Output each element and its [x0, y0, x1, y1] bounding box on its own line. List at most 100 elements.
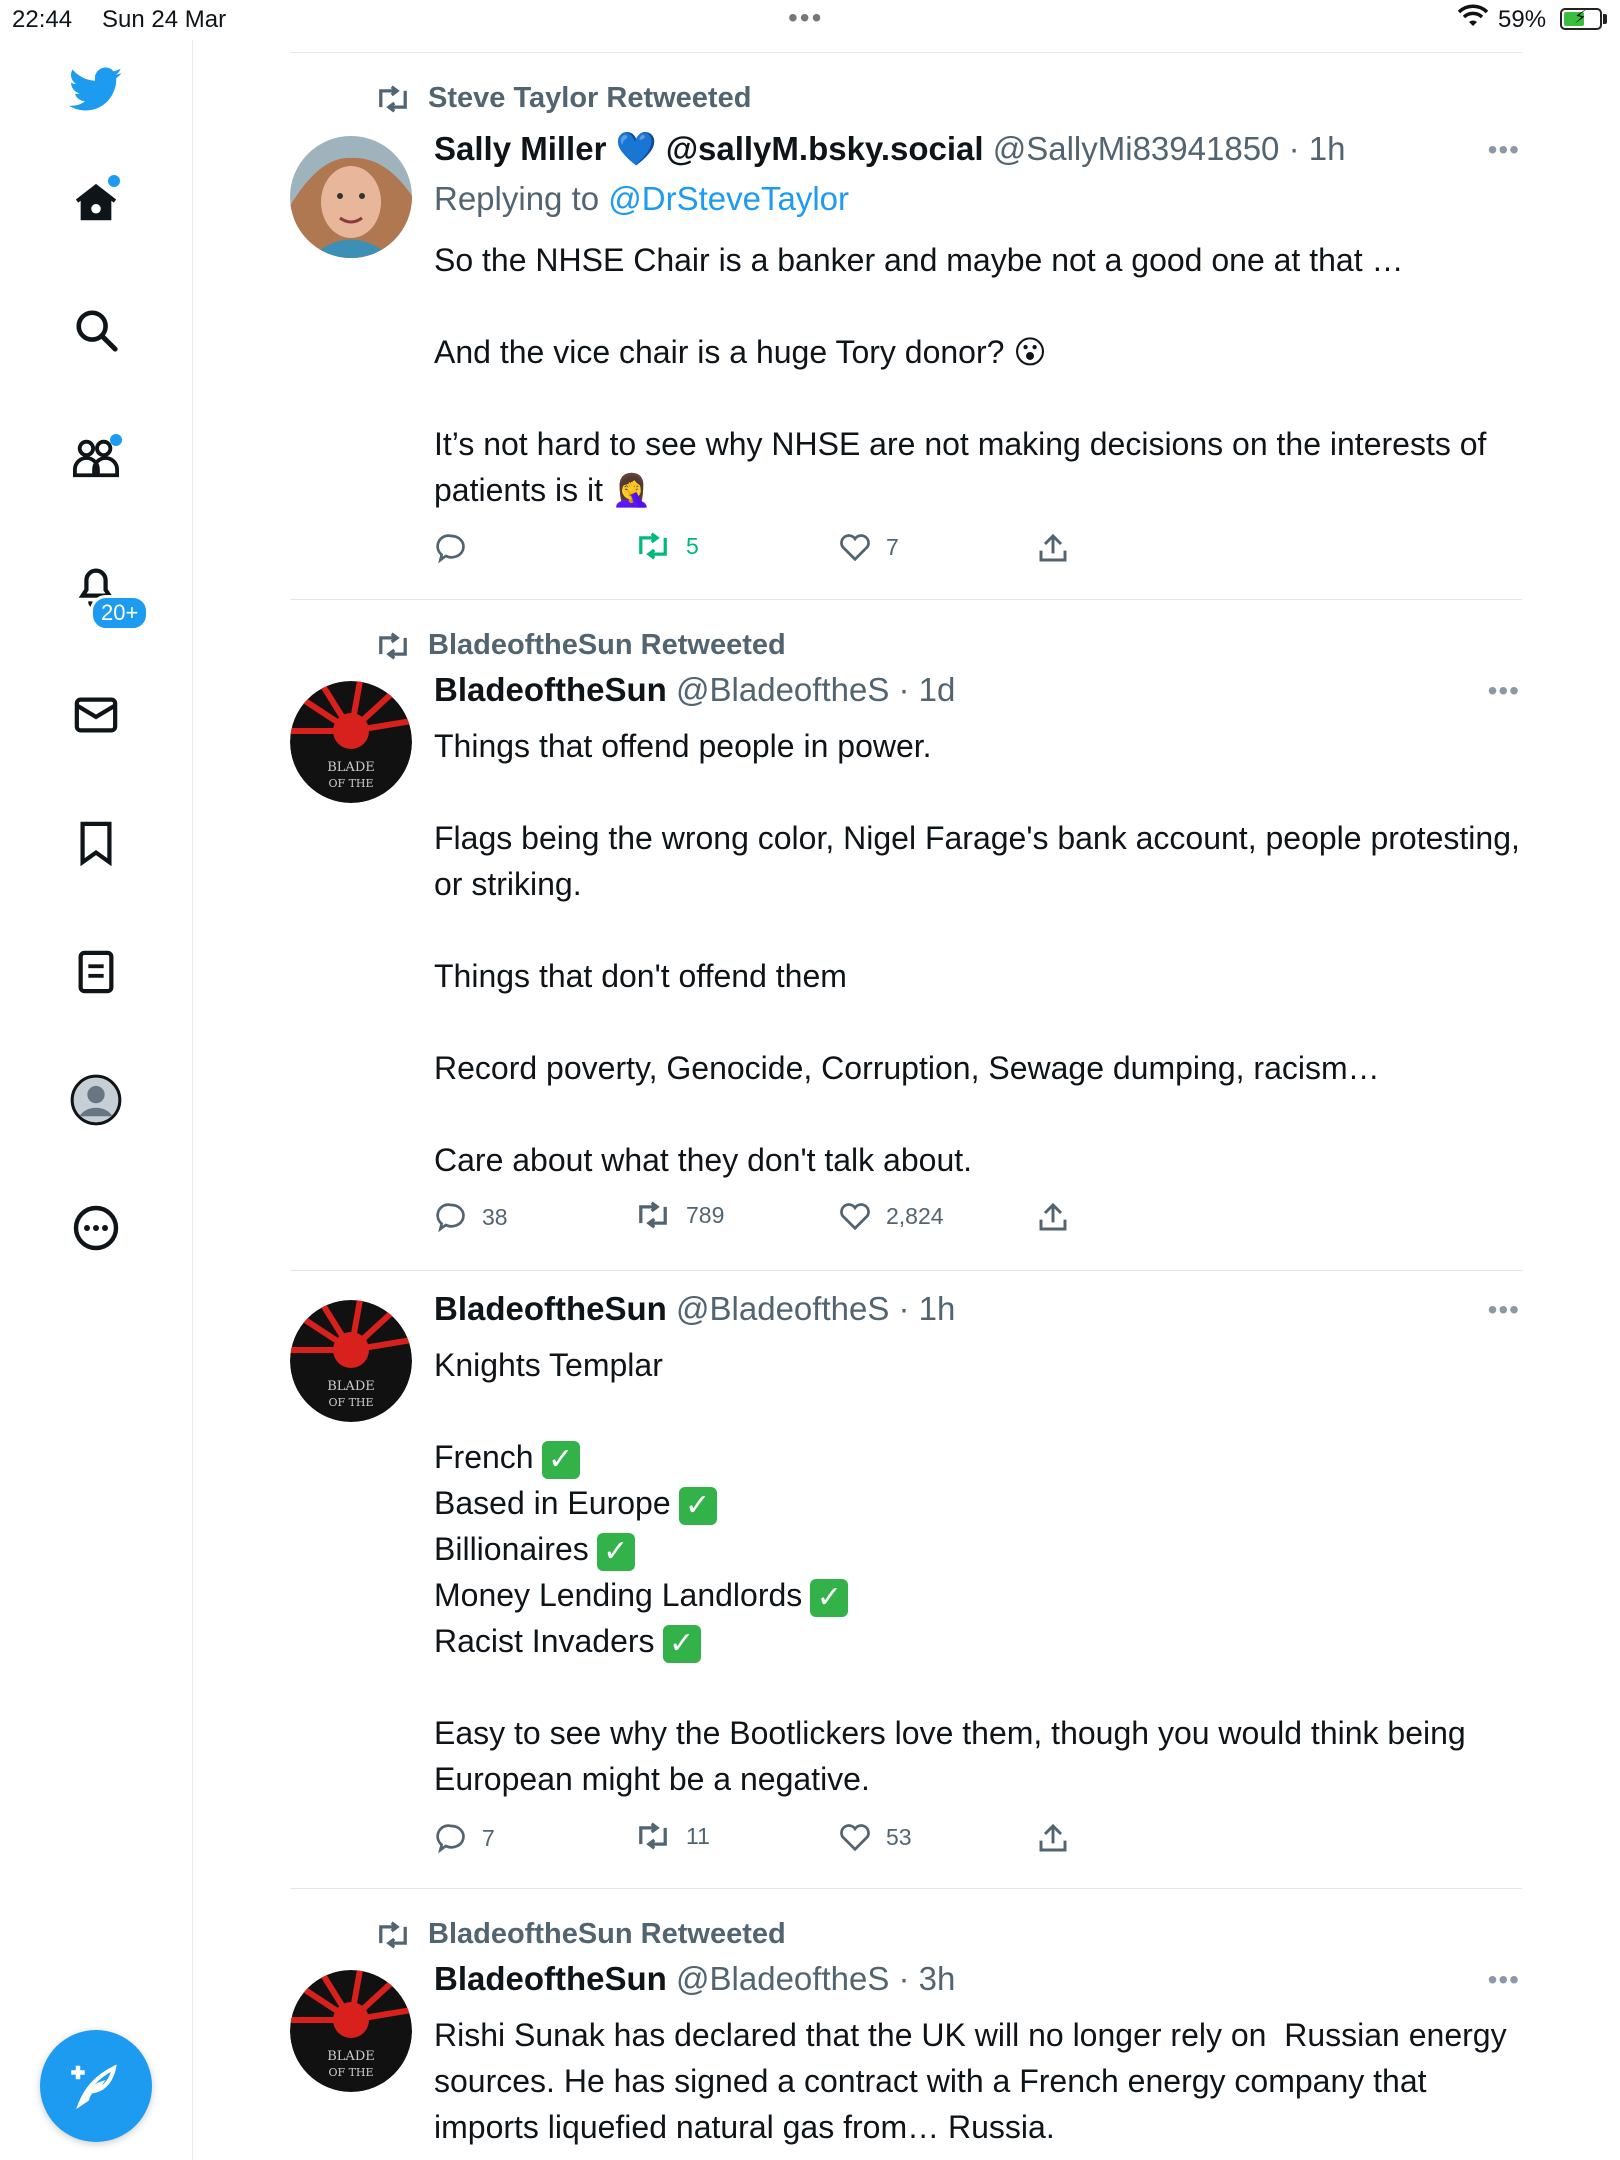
check-mark-icon: ✓: [810, 1578, 849, 1617]
wifi-icon: [1457, 4, 1489, 37]
tweet-divider: [290, 1888, 1522, 1889]
retweet-button[interactable]: 5: [634, 532, 699, 560]
checklist-item-text: Money Lending Landlords: [434, 1577, 803, 1613]
svg-text:BLADE: BLADE: [327, 2049, 375, 2064]
author-name[interactable]: BladeoftheSun: [434, 1290, 667, 1327]
check-mark-icon: ✓: [596, 1532, 635, 1571]
more-options-icon[interactable]: •••: [1488, 1294, 1520, 1326]
tweet-header: BladeoftheSun @BladeoftheS · 1h: [434, 1290, 955, 1328]
home-icon[interactable]: [66, 173, 126, 233]
tweet-header: Sally Miller 💙 @sallyM.bsky.social @Sall…: [434, 130, 1345, 169]
author-handle[interactable]: @BladeoftheS · 3h: [676, 1960, 955, 1997]
like-button[interactable]: 2,824: [838, 1201, 944, 1231]
svg-text:BLADE: BLADE: [327, 1379, 375, 1394]
checklist-item: French ✓: [434, 1434, 1534, 1480]
checklist-item-text: Based in Europe: [434, 1485, 671, 1521]
checklist-item: Money Lending Landlords ✓: [434, 1572, 1534, 1618]
author-name[interactable]: Sally Miller 💙 @sallyM.bsky.social: [434, 130, 984, 167]
tweet-paragraph: Care about what they don't talk about.: [434, 1142, 973, 1178]
checklist-item-text: Racist Invaders: [434, 1623, 655, 1659]
notifications-badge: 20+: [90, 595, 150, 631]
author-handle[interactable]: @BladeoftheS · 1d: [676, 671, 955, 708]
tweet-divider: [290, 599, 1522, 600]
avatar[interactable]: BLADE OF THE: [290, 1300, 412, 1422]
status-date: Sun 24 Mar: [102, 6, 227, 33]
retweet-button[interactable]: 789: [634, 1201, 724, 1229]
avatar[interactable]: BLADE OF THE: [290, 681, 412, 803]
reply-button[interactable]: [434, 532, 482, 564]
checklist-item: Billionaires ✓: [434, 1526, 1534, 1572]
lists-icon[interactable]: [66, 942, 126, 1002]
multitasking-dots-icon[interactable]: •••: [788, 2, 823, 34]
tweet-text: So the NHSE Chair is a banker and maybe …: [434, 237, 1534, 513]
compose-tweet-button[interactable]: [40, 2030, 152, 2142]
replying-to-link[interactable]: @DrSteveTaylor: [608, 180, 849, 217]
more-options-icon[interactable]: [66, 1198, 126, 1258]
tweet-actions: 5 7: [434, 532, 1134, 572]
tweet-paragraph: It’s not hard to see why NHSE are not ma…: [434, 426, 1496, 508]
messages-mail-icon[interactable]: [66, 685, 126, 745]
share-button[interactable]: [1038, 532, 1068, 564]
status-time: 22:44: [12, 6, 73, 33]
communities-icon[interactable]: [66, 428, 126, 488]
share-button[interactable]: [1038, 1201, 1068, 1233]
author-name[interactable]: BladeoftheSun: [434, 671, 667, 708]
tweet-paragraph: Easy to see why the Bootlickers love the…: [434, 1715, 1475, 1797]
tweet-paragraph: Things that offend people in power.: [434, 728, 932, 764]
search-icon[interactable]: [66, 300, 126, 360]
svg-text:OF THE: OF THE: [328, 1396, 373, 1409]
tweet-paragraph: Record poverty, Genocide, Corruption, Se…: [434, 1050, 1380, 1086]
check-mark-icon: ✓: [662, 1624, 701, 1663]
more-options-icon[interactable]: •••: [1488, 1964, 1520, 1996]
avatar[interactable]: BLADE OF THE: [290, 1970, 412, 2092]
tweet-header: BladeoftheSun @BladeoftheS · 1d: [434, 671, 955, 709]
tweet-paragraph: So the NHSE Chair is a banker and maybe …: [434, 242, 1404, 278]
checklist-item-text: French: [434, 1439, 534, 1475]
checklist-item-text: Billionaires: [434, 1531, 589, 1567]
like-button[interactable]: 7: [838, 532, 899, 562]
tweet-paragraph: And the vice chair is a huge Tory donor?…: [434, 334, 1047, 370]
tweet-actions: 7 11 53: [434, 1822, 1134, 1862]
checklist-item: Racist Invaders ✓: [434, 1618, 1534, 1664]
battery-icon: ⚡: [1560, 7, 1602, 30]
status-bar: 22:44 Sun 24 Mar ••• 59% ⚡: [0, 0, 1620, 40]
author-name[interactable]: BladeoftheSun: [434, 1960, 667, 1997]
check-mark-icon: ✓: [541, 1440, 580, 1479]
tweet-paragraph: Flags being the wrong color, Nigel Farag…: [434, 820, 1529, 902]
author-handle[interactable]: @SallyMi83941850 · 1h: [993, 130, 1346, 167]
twitter-logo-icon[interactable]: [66, 60, 126, 120]
battery-percent: 59%: [1498, 6, 1547, 33]
tweet-paragraph: Knights Templar: [434, 1347, 663, 1383]
tweet-header: BladeoftheSun @BladeoftheS · 3h: [434, 1960, 955, 1998]
svg-text:OF THE: OF THE: [328, 2066, 373, 2079]
communities-notification-dot: [110, 434, 122, 446]
reply-button[interactable]: 7: [434, 1822, 495, 1854]
svg-text:BLADE: BLADE: [327, 760, 375, 775]
tweet-paragraph: Rishi Sunak has declared that the UK wil…: [434, 2017, 1516, 2145]
reply-button[interactable]: 38: [434, 1201, 508, 1233]
checklist-item: Based in Europe ✓: [434, 1480, 1534, 1526]
profile-avatar-icon[interactable]: [66, 1070, 126, 1130]
tweet-text: Knights Templar French ✓ Based in Europe ✓ B…: [434, 1342, 1534, 1802]
replying-to: Replying to @DrSteveTaylor: [434, 180, 850, 217]
avatar[interactable]: [290, 136, 412, 258]
share-button[interactable]: [1038, 1822, 1068, 1854]
author-handle[interactable]: @BladeoftheS · 1h: [676, 1290, 955, 1327]
check-mark-icon: ✓: [678, 1486, 717, 1525]
retweeted-by-line: Steve Taylor Retweeted: [374, 82, 751, 115]
bookmark-icon[interactable]: [66, 813, 126, 873]
retweet-button[interactable]: 11: [634, 1822, 710, 1850]
like-button[interactable]: 53: [838, 1822, 912, 1852]
retweeted-by-line: BladeoftheSun Retweeted: [374, 1918, 786, 1951]
feed-divider: [290, 52, 1522, 53]
tweet-text: Things that offend people in power. Flag…: [434, 723, 1534, 1183]
home-notification-dot: [108, 175, 120, 187]
sidebar: 20+: [0, 40, 193, 2160]
svg-text:OF THE: OF THE: [328, 777, 373, 790]
more-options-icon[interactable]: •••: [1488, 675, 1520, 707]
checklist: French ✓ Based in Europe ✓ Billionaires ✓ Mone…: [434, 1434, 1534, 1664]
tweet-paragraph: Things that don't offend them: [434, 958, 847, 994]
more-options-icon[interactable]: •••: [1488, 134, 1520, 166]
tweet-actions: 38 789 2,824: [434, 1201, 1134, 1241]
tweet-divider: [290, 1270, 1522, 1271]
